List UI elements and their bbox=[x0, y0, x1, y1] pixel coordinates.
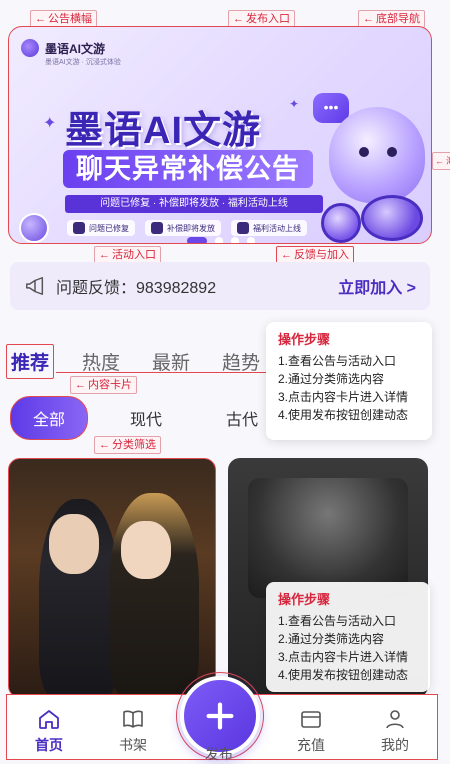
nav-recharge-label: 充值 bbox=[297, 737, 325, 753]
flag-icon bbox=[237, 222, 249, 234]
step-item: 1.查看公告与活动入口 bbox=[278, 614, 397, 628]
tab-latest[interactable]: 最新 bbox=[148, 345, 194, 378]
octopus-mascot bbox=[329, 107, 425, 203]
step-item: 2.通过分类筛选内容 bbox=[278, 632, 385, 646]
sparkle-icon: ✦ bbox=[43, 115, 57, 132]
app-page: 公告横幅 发布入口 底部导航 海 墨语AI文游 墨语AI文游 · 沉浸式体验 ✦… bbox=[0, 0, 450, 762]
carousel-dot[interactable] bbox=[231, 237, 239, 243]
coin-icon bbox=[19, 213, 49, 243]
steps-title: 操作步骤 bbox=[278, 592, 331, 607]
plus-icon bbox=[206, 702, 234, 730]
character-face bbox=[121, 521, 171, 579]
nav-recharge[interactable]: 充值 bbox=[281, 707, 341, 755]
announcement-banner[interactable]: 墨语AI文游 墨语AI文游 · 沉浸式体验 ✦ ✦ 墨语AI文游 聊天异常补偿公… bbox=[8, 26, 432, 244]
step-item: 4.使用发布按钮创建动态 bbox=[278, 668, 409, 682]
annotation-right-edge: 海 bbox=[432, 152, 450, 170]
brand-subtitle: 墨语AI文游 · 沉浸式体验 bbox=[45, 59, 121, 66]
nav-publish-label: 发布 bbox=[205, 746, 233, 762]
step-item: 2.通过分类筛选内容 bbox=[278, 372, 385, 386]
nav-mine[interactable]: 我的 bbox=[365, 707, 425, 755]
octopus-logo-icon bbox=[21, 39, 39, 57]
wrench-icon bbox=[73, 222, 85, 234]
tab-trend[interactable]: 趋势 bbox=[218, 345, 264, 378]
sparkle-icon: ✦ bbox=[289, 97, 300, 111]
nav-mine-label: 我的 bbox=[381, 737, 409, 753]
carousel-indicator[interactable] bbox=[187, 237, 255, 243]
annotation-content-card: 内容卡片 bbox=[70, 376, 137, 394]
annotation-category-filter: 分类筛选 bbox=[94, 436, 161, 454]
banner-notice: 问题已修复 · 补偿即将发放 · 福利活动上线 bbox=[65, 195, 323, 213]
character-face bbox=[49, 514, 99, 574]
tab-hot[interactable]: 热度 bbox=[78, 345, 124, 378]
step-item: 3.点击内容卡片进入详情 bbox=[278, 390, 409, 404]
step-item: 3.点击内容卡片进入详情 bbox=[278, 650, 409, 664]
step-item: 4.使用发布按钮创建动态 bbox=[278, 408, 409, 422]
content-card[interactable] bbox=[8, 458, 216, 698]
annotation-line bbox=[56, 372, 270, 373]
banner-chip: 问题已修复 bbox=[67, 220, 135, 236]
category-filter: 全部 现代 古代 bbox=[10, 396, 280, 440]
nav-home-label: 首页 bbox=[35, 737, 63, 753]
steps-tooltip: 操作步骤 1.查看公告与活动入口 2.通过分类筛选内容 3.点击内容卡片进入详情… bbox=[266, 322, 432, 440]
tab-recommend[interactable]: 推荐 bbox=[6, 344, 55, 379]
wallet-icon bbox=[301, 711, 321, 728]
feed-tabs: 推荐 热度 最新 趋势 bbox=[6, 344, 264, 379]
chat-bubble-icon: ••• bbox=[313, 93, 349, 123]
group-illustration bbox=[248, 478, 408, 598]
banner-chip: 福利活动上线 bbox=[231, 220, 307, 236]
banner-title: 墨语AI文游 bbox=[65, 110, 262, 152]
home-icon bbox=[39, 710, 59, 729]
carousel-dot[interactable] bbox=[247, 237, 255, 243]
category-modern[interactable]: 现代 bbox=[108, 397, 184, 439]
steps-title: 操作步骤 bbox=[278, 332, 331, 347]
banner-chip: 补偿即将发放 bbox=[145, 220, 221, 236]
megaphone-icon bbox=[26, 277, 44, 295]
join-now-link[interactable]: 立即加入 > bbox=[338, 274, 416, 298]
category-ancient[interactable]: 古代 bbox=[204, 397, 280, 439]
nav-shelf[interactable]: 书架 bbox=[103, 707, 163, 755]
banner-subtitle: 聊天异常补偿公告 bbox=[63, 150, 313, 188]
nav-home[interactable]: 首页 bbox=[19, 707, 79, 755]
category-all[interactable]: 全部 bbox=[10, 396, 89, 440]
gift-icon bbox=[151, 222, 163, 234]
nav-shelf-label: 书架 bbox=[119, 737, 147, 753]
book-icon bbox=[123, 710, 143, 728]
brand-name: 墨语AI文游 bbox=[45, 41, 106, 56]
step-item: 1.查看公告与活动入口 bbox=[278, 354, 397, 368]
carousel-dot[interactable] bbox=[215, 237, 223, 243]
carousel-dot[interactable] bbox=[187, 237, 207, 243]
steps-tooltip: 操作步骤 1.查看公告与活动入口 2.通过分类筛选内容 3.点击内容卡片进入详情… bbox=[266, 582, 430, 692]
user-icon bbox=[386, 710, 404, 729]
brand-logo: 墨语AI文游 bbox=[21, 39, 105, 57]
banner-chips: 问题已修复 补偿即将发放 福利活动上线 bbox=[67, 220, 307, 236]
feedback-text: 问题反馈：983982892 bbox=[56, 280, 217, 297]
coin-icon bbox=[361, 195, 423, 241]
feedback-bar: 问题反馈：983982892 立即加入 > bbox=[10, 262, 430, 310]
coin-icon bbox=[321, 203, 361, 243]
